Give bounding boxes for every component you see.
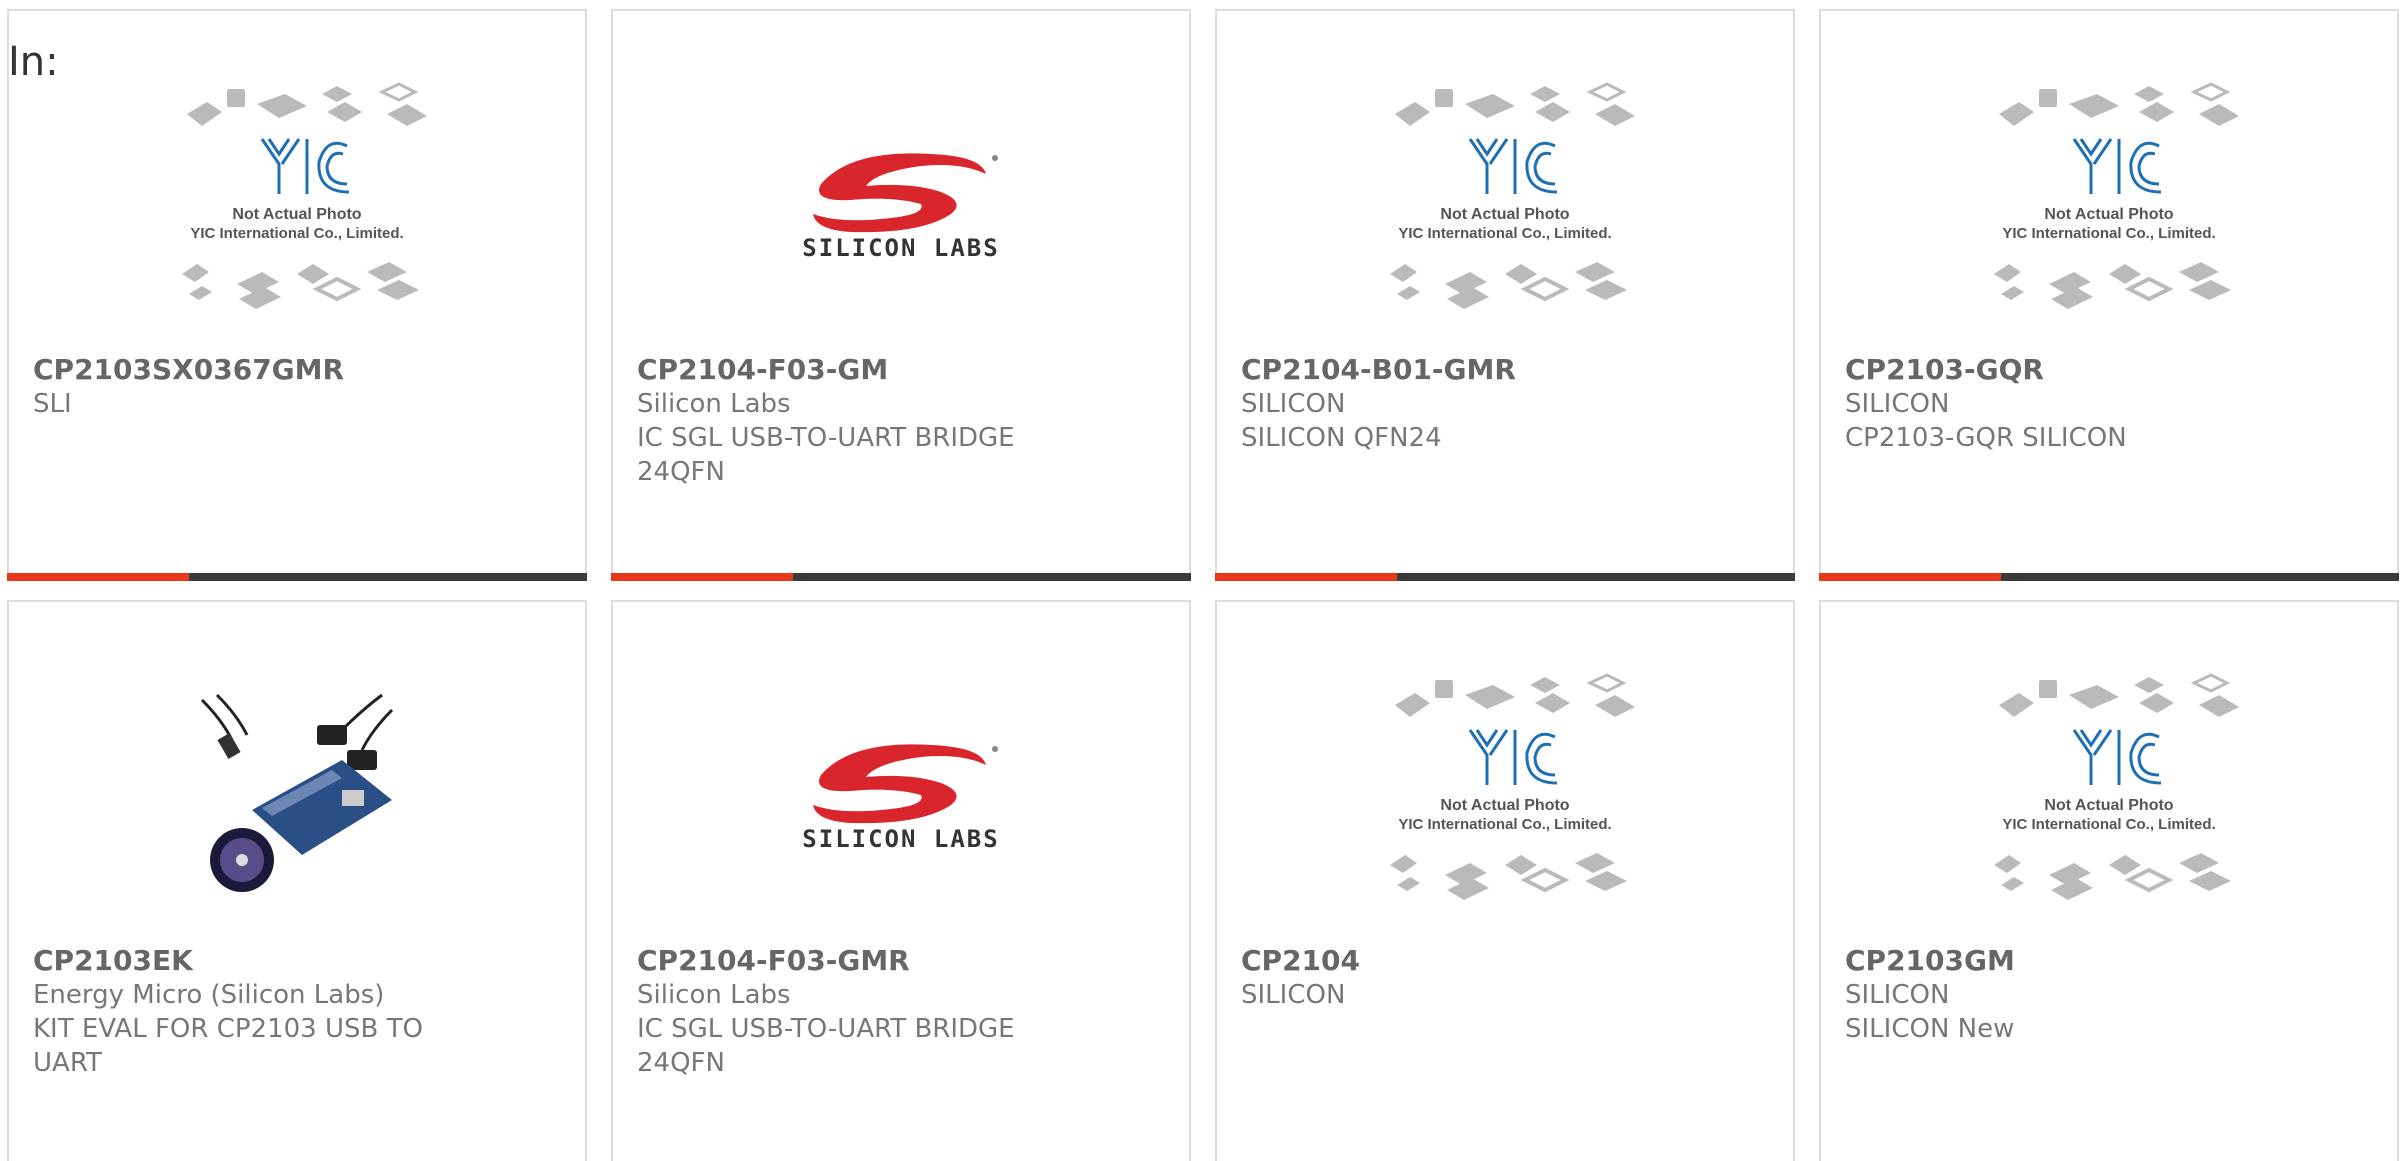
product-image: Not Actual Photo YIC International Co., … (1821, 650, 2397, 940)
product-listing-page: In: Not Actual Photo YIC International C… (0, 0, 2400, 1161)
product-card[interactable]: Not Actual Photo YIC International Co., … (1819, 600, 2399, 1161)
manufacturer: Silicon Labs (637, 389, 791, 419)
placeholder-line2: YIC International Co., Limited. (2002, 225, 2215, 242)
not-actual-photo-placeholder: Not Actual Photo YIC International Co., … (1994, 673, 2239, 900)
placeholder-line1: Not Actual Photo (1440, 797, 1569, 814)
description: SILICON New (1845, 1014, 2015, 1044)
silicon-labs-logo: SILICON LABS (802, 153, 999, 262)
description: CP2103-GQR SILICON (1845, 423, 2127, 453)
logo-text: SILICON LABS (802, 825, 999, 853)
part-number[interactable]: CP2103GM (1845, 944, 2373, 978)
placeholder-line2: YIC International Co., Limited. (190, 225, 403, 242)
eval-kit-photo (200, 693, 394, 892)
part-number[interactable]: CP2104-B01-GMR (1241, 353, 1769, 387)
not-actual-photo-placeholder: Not Actual Photo YIC International Co., … (182, 82, 427, 309)
placeholder-line2: YIC International Co., Limited. (1398, 225, 1611, 242)
manufacturer: SILICON (1845, 389, 1950, 419)
logo-text: SILICON LABS (802, 234, 999, 262)
manufacturer: SILICON (1241, 389, 1346, 419)
placeholder-line1: Not Actual Photo (1440, 206, 1569, 223)
silicon-labs-logo: SILICON LABS (802, 744, 999, 853)
manufacturer: Energy Micro (Silicon Labs) (33, 980, 385, 1010)
placeholder-line2: YIC International Co., Limited. (2002, 816, 2215, 833)
product-image: Not Actual Photo YIC International Co., … (1217, 59, 1793, 349)
in-label: In: (8, 39, 59, 85)
part-number[interactable]: CP2103-GQR (1845, 353, 2373, 387)
placeholder-line1: Not Actual Photo (232, 206, 361, 223)
description: IC SGL USB-TO-UART BRIDGE 24QFN (637, 423, 1015, 487)
card-bar (1215, 573, 1795, 581)
product-image: Not Actual Photo YIC International Co., … (1821, 59, 2397, 349)
not-actual-photo-placeholder: Not Actual Photo YIC International Co., … (1390, 673, 1635, 900)
product-grid: Not Actual Photo YIC International Co., … (7, 9, 2400, 1161)
product-card[interactable]: Not Actual Photo YIC International Co., … (1215, 600, 1795, 1161)
description: SILICON QFN24 (1241, 423, 1442, 453)
product-card[interactable]: Not Actual Photo YIC International Co., … (1819, 9, 2399, 581)
manufacturer: SILICON (1241, 980, 1346, 1010)
product-card[interactable]: SILICON LABS CP2104-F03-GMR Silicon Labs… (611, 600, 1191, 1161)
description: KIT EVAL FOR CP2103 USB TO UART (33, 1014, 423, 1078)
card-bar (7, 573, 587, 581)
manufacturer: Silicon Labs (637, 980, 791, 1010)
product-card[interactable]: SILICON LABS CP2104-F03-GM Silicon Labs … (611, 9, 1191, 581)
manufacturer: SLI (33, 389, 72, 419)
placeholder-line2: YIC International Co., Limited. (1398, 816, 1611, 833)
card-bar (1819, 573, 2399, 581)
product-image (9, 650, 585, 940)
part-number[interactable]: CP2104 (1241, 944, 1769, 978)
not-actual-photo-placeholder: Not Actual Photo YIC International Co., … (1390, 82, 1635, 309)
manufacturer: SILICON (1845, 980, 1950, 1010)
product-card[interactable]: CP2103EK Energy Micro (Silicon Labs) KIT… (7, 600, 587, 1161)
part-number[interactable]: CP2103SX0367GMR (33, 353, 561, 387)
not-actual-photo-placeholder: Not Actual Photo YIC International Co., … (1994, 82, 2239, 309)
product-image: Not Actual Photo YIC International Co., … (9, 59, 585, 349)
product-card[interactable]: Not Actual Photo YIC International Co., … (1215, 9, 1795, 581)
placeholder-line1: Not Actual Photo (2044, 797, 2173, 814)
product-image: SILICON LABS (613, 59, 1189, 349)
description: IC SGL USB-TO-UART BRIDGE 24QFN (637, 1014, 1015, 1078)
product-image: SILICON LABS (613, 650, 1189, 940)
part-number[interactable]: CP2104-F03-GM (637, 353, 1165, 387)
product-card[interactable]: Not Actual Photo YIC International Co., … (7, 9, 587, 581)
card-bar (611, 573, 1191, 581)
part-number[interactable]: CP2103EK (33, 944, 561, 978)
part-number[interactable]: CP2104-F03-GMR (637, 944, 1165, 978)
placeholder-line1: Not Actual Photo (2044, 206, 2173, 223)
product-image: Not Actual Photo YIC International Co., … (1217, 650, 1793, 940)
